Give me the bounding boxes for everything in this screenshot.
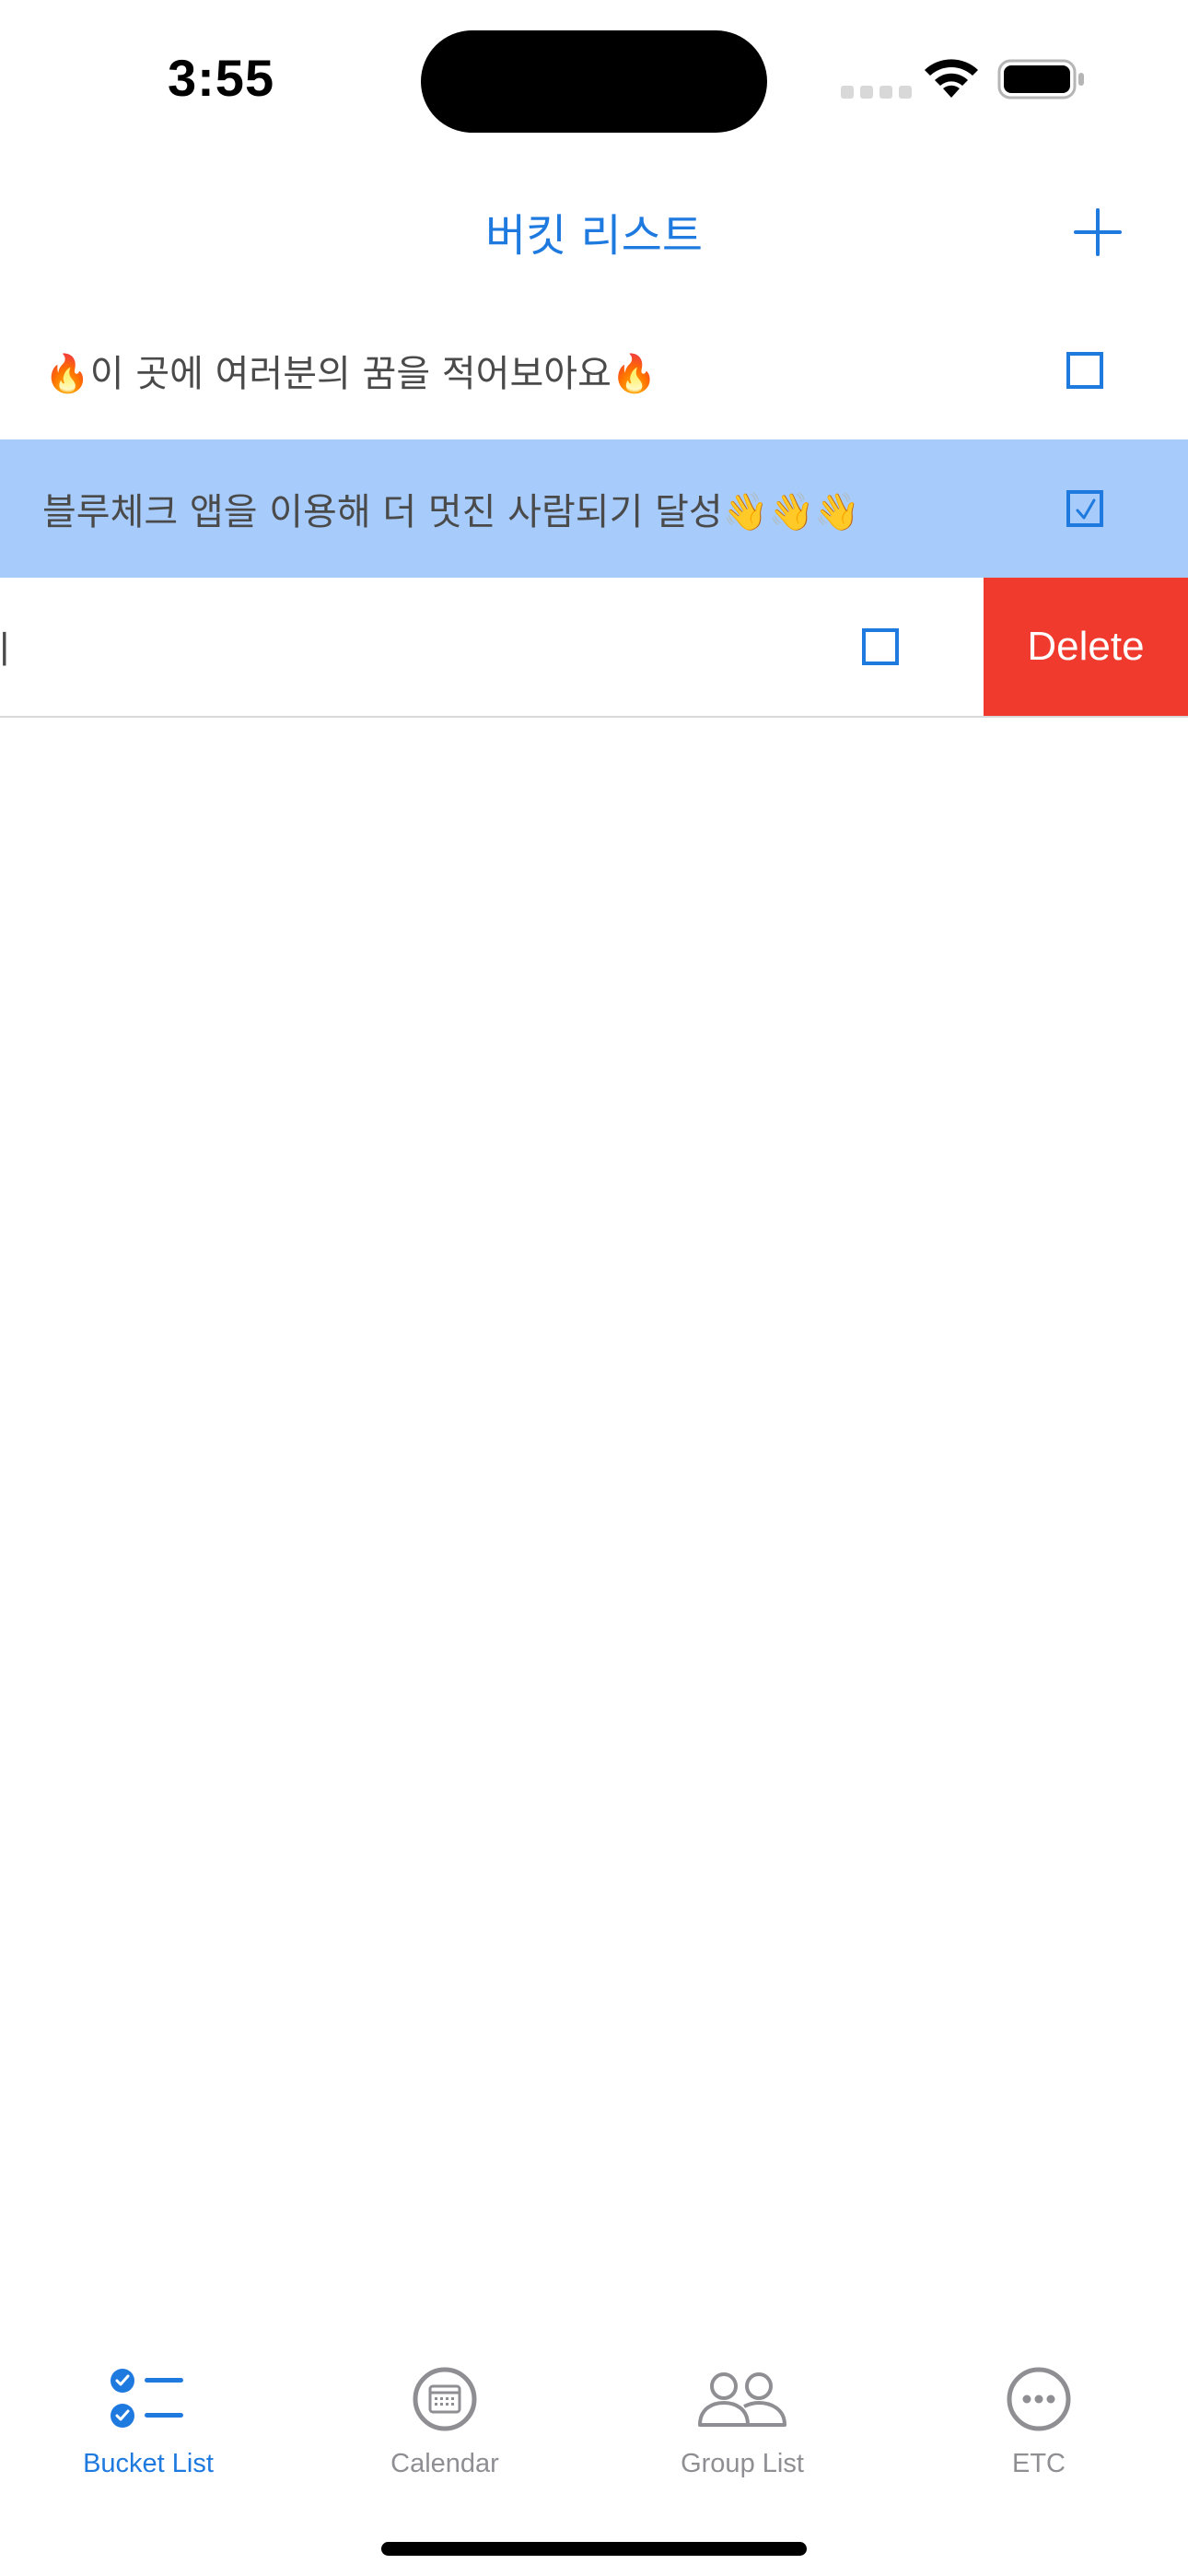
checklist-icon	[111, 2369, 183, 2428]
home-indicator[interactable]	[381, 2542, 807, 2556]
bucket-list-screen: 3:55 버킷 리스트 🔥이 곳에 여러분의 꿈을 적어보아요🔥 블루체크 앱을…	[0, 0, 1188, 2576]
list-item[interactable]: 🔥이 곳에 여러분의 꿈을 적어보아요🔥	[0, 301, 1188, 439]
tab-calendar[interactable]: Calendar	[297, 2340, 593, 2478]
ellipsis-icon	[1007, 2367, 1071, 2431]
list-item-selected[interactable]: 블루체크 앱을 이용해 더 멋진 사람되기 달성👋👋👋	[0, 439, 1188, 578]
calendar-icon	[413, 2367, 477, 2431]
tab-label: Bucket List	[83, 2449, 214, 2478]
checkmark-icon	[1076, 498, 1096, 520]
delete-button[interactable]: Delete	[984, 578, 1188, 716]
tab-group-list[interactable]: Group List	[594, 2340, 891, 2478]
tab-label: Group List	[681, 2449, 804, 2478]
list-item-text: 🔥이 곳에 여러분의 꿈을 적어보아요🔥	[44, 353, 658, 395]
tab-bucket-list[interactable]: Bucket List	[0, 2340, 297, 2478]
status-time: 3:55	[168, 49, 275, 107]
wifi-icon	[925, 59, 978, 98]
add-item-button[interactable]	[1074, 208, 1122, 256]
list-item-swiped[interactable]: 인생네컷 찍기 Delete	[0, 578, 1188, 718]
dynamic-island	[421, 30, 767, 133]
item-checkbox[interactable]	[1066, 352, 1103, 389]
people-icon	[698, 2372, 786, 2427]
battery-icon	[997, 59, 1084, 100]
list-item-text: 인생네컷 찍기	[0, 620, 11, 673]
cellular-signal-icon	[841, 86, 912, 99]
item-checkbox[interactable]	[862, 628, 899, 665]
tab-label: Calendar	[390, 2449, 499, 2478]
list-item-text: 블루체크 앱을 이용해 더 멋진 사람되기 달성👋👋👋	[42, 491, 861, 533]
tab-bar: Bucket List Calendar Group List ETC	[0, 2340, 1188, 2488]
item-checkbox-checked[interactable]	[1066, 490, 1103, 527]
page-title: 버킷 리스트	[484, 210, 704, 262]
tab-etc[interactable]: ETC	[891, 2340, 1187, 2478]
tab-label: ETC	[1012, 2449, 1066, 2478]
